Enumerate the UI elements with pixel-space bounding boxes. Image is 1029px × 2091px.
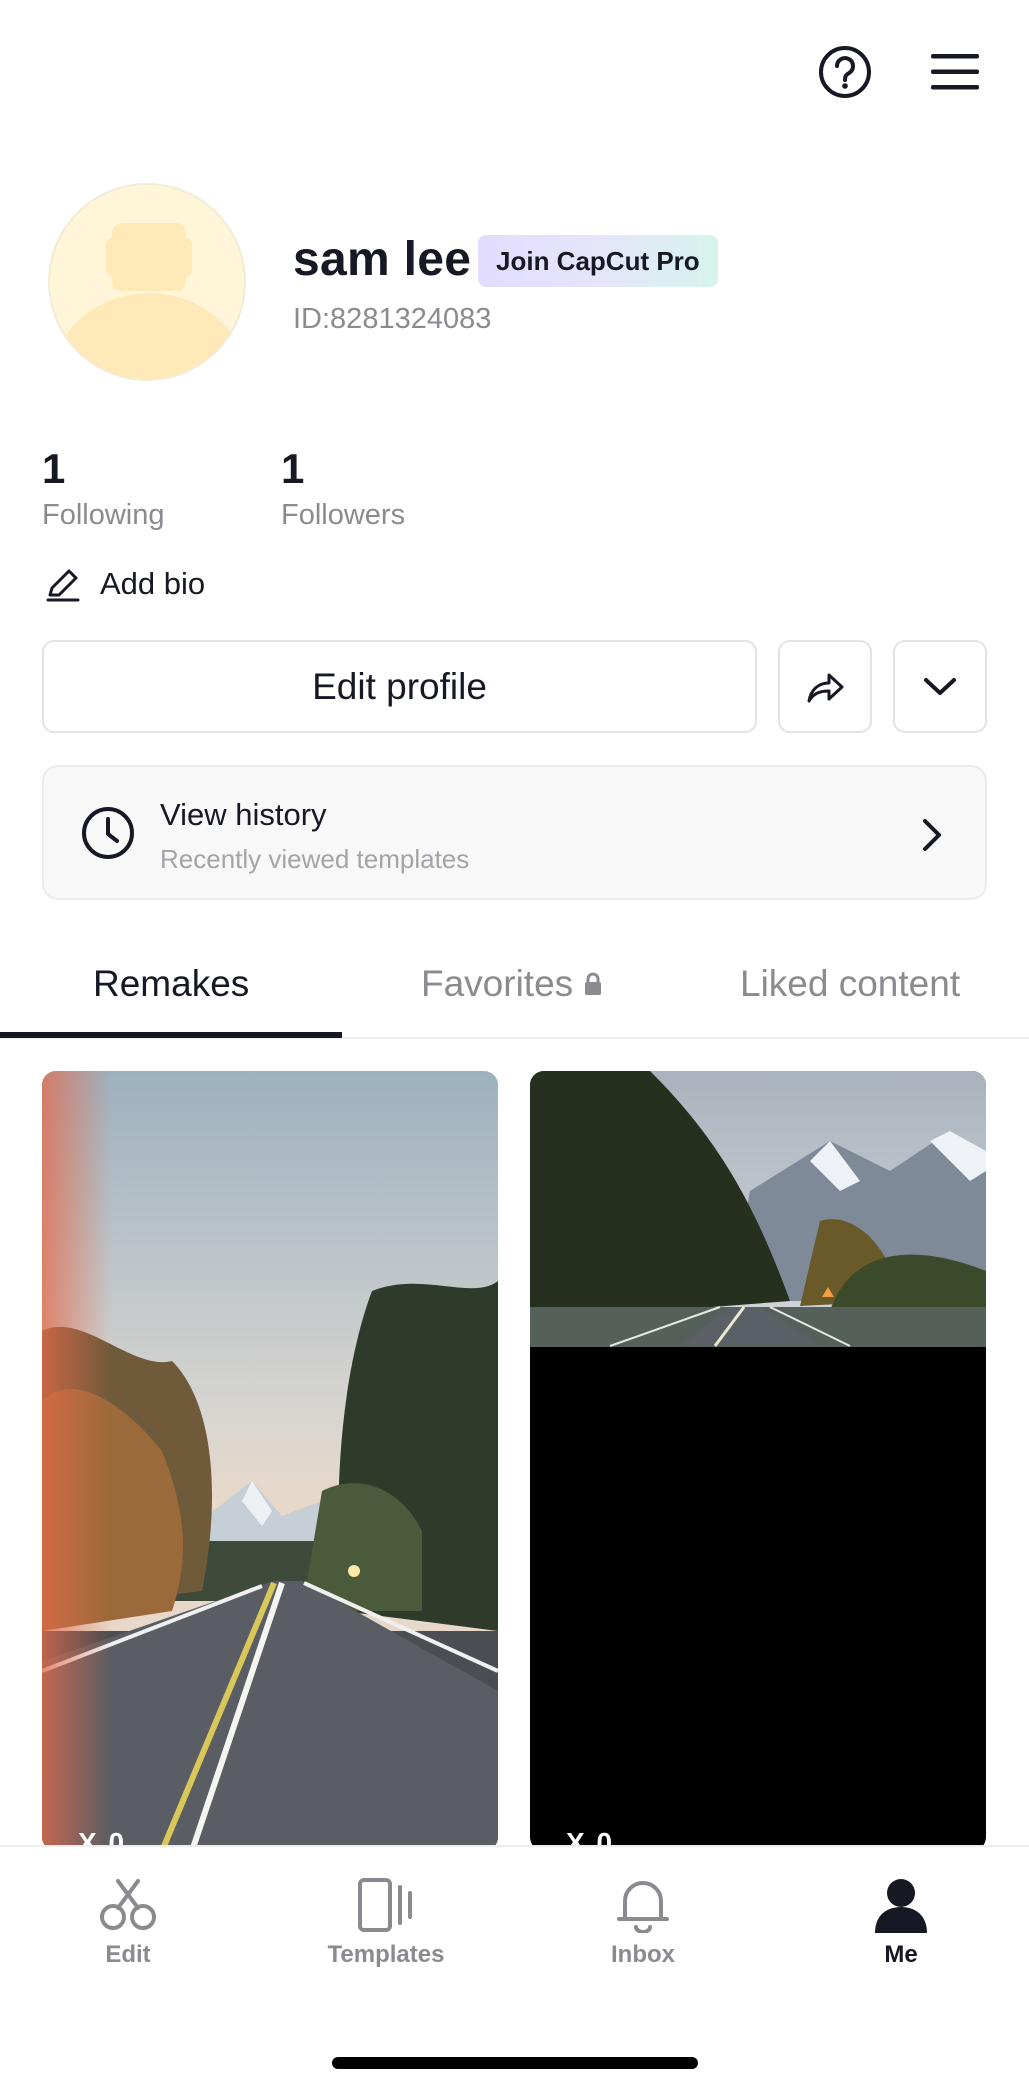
nav-inbox-label: Inbox [611,1941,675,1968]
more-options-button[interactable] [893,640,987,733]
chevron-right-icon [923,819,941,851]
pro-badge[interactable]: Join CapCut Pro [478,235,718,287]
tab-active-indicator [0,1032,342,1038]
view-history-title: View history [160,797,327,832]
nav-me-label: Me [884,1941,918,1968]
view-history-card[interactable]: View history Recently viewed templates [42,765,987,900]
nav-edit-label: Edit [105,1941,151,1968]
user-id: ID:8281324083 [293,303,492,335]
nav-templates[interactable]: Templates [286,1877,486,1969]
tab-remakes[interactable]: Remakes [93,963,249,1005]
tab-favorites-label: Favorites [421,963,574,1004]
add-bio-button[interactable]: Add bio [44,565,205,603]
menu-icon[interactable] [925,42,985,102]
username: sam lee [293,233,472,286]
share-profile-button[interactable] [778,640,872,733]
home-indicator [332,2057,698,2069]
nav-edit[interactable]: Edit [28,1877,228,1969]
avatar[interactable] [48,183,246,381]
tab-favorites[interactable]: Favorites [421,963,603,1005]
remake-thumbnail [42,1071,498,1851]
tab-liked-content-label: Liked content [740,963,961,1004]
followers-label[interactable]: Followers [281,499,405,532]
remake-thumbnail [530,1071,986,1851]
nav-inbox[interactable]: Inbox [543,1877,743,1969]
add-bio-label: Add bio [100,566,206,601]
tab-remakes-label: Remakes [93,963,250,1004]
templates-icon [358,1878,412,1932]
following-count[interactable]: 1 [42,445,65,493]
default-avatar-icon [51,223,244,379]
nav-templates-label: Templates [327,1941,445,1968]
nav-me[interactable]: Me [801,1877,1001,1969]
pencil-icon [46,569,80,602]
view-history-subtitle: Recently viewed templates [160,844,470,874]
bottom-nav: Edit Templates Inbox Me [0,1845,1029,2091]
lock-icon [585,972,602,995]
profile-icon [875,1879,927,1933]
following-label[interactable]: Following [42,499,165,532]
edit-profile-button[interactable]: Edit profile [42,640,757,733]
chevron-down-icon [924,677,956,695]
tab-liked-content[interactable]: Liked content [740,963,960,1005]
bell-icon [617,1881,669,1933]
help-icon[interactable] [815,42,875,102]
scissors-icon [100,1879,156,1930]
share-arrow-icon [807,673,844,702]
clock-icon [82,807,134,859]
remake-card[interactable]: X 0 [530,1071,986,1851]
remake-card[interactable]: X 0 [42,1071,498,1851]
followers-count[interactable]: 1 [281,445,304,493]
edit-profile-label: Edit profile [312,665,487,707]
